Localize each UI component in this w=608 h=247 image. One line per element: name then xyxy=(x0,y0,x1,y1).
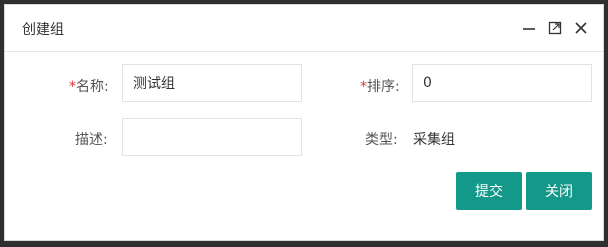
order-label: *排序: xyxy=(360,76,400,96)
name-label-text: 名称: xyxy=(76,79,109,95)
description-input[interactable] xyxy=(122,118,302,156)
create-group-dialog: 创建组 *名称: 测试组 *排序: 0 描述: 类型: 采集组 提交 关闭 xyxy=(4,4,604,241)
dialog-header: 创建组 xyxy=(5,5,603,52)
type-value: 采集组 xyxy=(413,132,455,148)
maximize-icon[interactable] xyxy=(546,19,563,36)
description-label: 描述: xyxy=(75,132,108,148)
window-controls xyxy=(520,19,589,36)
close-button[interactable]: 关闭 xyxy=(526,172,592,210)
order-label-text: 排序: xyxy=(367,79,400,95)
name-input[interactable] xyxy=(122,64,302,102)
order-input[interactable] xyxy=(412,64,592,102)
minimize-icon[interactable] xyxy=(520,19,537,36)
dialog-title: 创建组 xyxy=(22,22,64,38)
type-label: 类型: xyxy=(365,132,398,148)
order-required-mark: * xyxy=(360,79,367,95)
close-icon[interactable] xyxy=(572,19,589,36)
name-required-mark: * xyxy=(69,79,76,95)
name-label: *名称: xyxy=(69,76,109,96)
submit-button[interactable]: 提交 xyxy=(456,172,522,210)
